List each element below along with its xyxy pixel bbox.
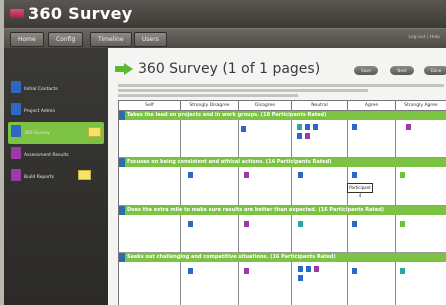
column-header-agree: Agree [348, 101, 396, 111]
card-purple-icon [11, 147, 21, 159]
group-number-badge [119, 253, 125, 262]
participant-card[interactable] [399, 171, 406, 179]
app-title: 360 Survey [28, 4, 133, 23]
participant-card[interactable] [304, 132, 311, 140]
participant-card[interactable] [240, 125, 247, 133]
question-group-3[interactable]: Does the extra mile to make sure results… [119, 206, 446, 215]
save-button[interactable]: Save [354, 66, 378, 75]
card-blue-icon [11, 125, 21, 137]
participant-card[interactable] [297, 220, 304, 228]
participant-card[interactable] [351, 123, 358, 131]
question-group-1[interactable]: Takes the lead on projects and in work g… [119, 111, 446, 120]
participant-card[interactable] [399, 267, 406, 275]
question-group-4[interactable]: Seeks out challenging and competitive si… [119, 253, 446, 262]
participant-tooltip: Participant 4 [347, 183, 373, 198]
instructions-text-line [118, 84, 444, 87]
participant-card[interactable] [399, 220, 406, 228]
participant-card[interactable] [243, 267, 250, 275]
card-blue-icon [11, 103, 21, 115]
instructions-text-line [118, 89, 368, 92]
done-button[interactable]: Done [424, 66, 446, 75]
participant-card[interactable] [187, 220, 194, 228]
rating-grid: Self Strongly Disagree Disagree Neutral … [118, 100, 446, 305]
column-header-self: Self [119, 101, 181, 111]
participant-card[interactable] [297, 265, 304, 273]
sticky-note-icon [78, 170, 91, 180]
card-blue-icon [11, 81, 21, 93]
group-number-badge [119, 111, 125, 120]
page-title: 360 Survey (1 of 1 pages) [138, 61, 321, 77]
column-header-neutral: Neutral [292, 101, 348, 111]
menu-timeline-button[interactable]: Timeline [90, 32, 132, 47]
sidebar-item-label: 360 Survey [24, 131, 50, 136]
participant-card[interactable] [405, 123, 412, 131]
participant-card[interactable] [351, 220, 358, 228]
question-group-2[interactable]: Focuses on being consistent and ethical … [119, 158, 446, 167]
participant-card[interactable] [351, 267, 358, 275]
arrow-right-icon [115, 63, 133, 75]
question-label: Takes the lead on projects and in work g… [127, 112, 327, 118]
menu-users-button[interactable]: Users [134, 32, 167, 47]
menu-home-button[interactable]: Home [10, 32, 44, 47]
sidebar-item-360-survey[interactable]: 360 Survey [8, 122, 104, 144]
participant-card[interactable] [187, 171, 194, 179]
group-number-badge [119, 206, 125, 215]
sidebar-item-build-reports[interactable]: Build Reports [8, 166, 104, 188]
participant-card[interactable] [243, 220, 250, 228]
participant-card[interactable] [304, 123, 311, 131]
question-label: Seeks out challenging and competitive si… [127, 254, 336, 260]
instructions-text-line [118, 94, 298, 97]
sidebar-item-initial-contacts[interactable]: Initial Contacts [8, 78, 104, 100]
group-number-badge [119, 158, 125, 167]
menu-bar: Home Config Timeline Users Log out | Hel… [4, 28, 446, 49]
survey-window: 360 Survey Home Config Timeline Users Lo… [4, 0, 446, 305]
sidebar-item-project-admin[interactable]: Project Admin [8, 100, 104, 122]
column-header-strongly-agree: Strongly Agree [396, 101, 446, 111]
sidebar-item-label: Project Admin [24, 109, 56, 114]
participant-card[interactable] [296, 123, 303, 131]
participant-card[interactable] [296, 132, 303, 140]
sidebar-item-label: Build Reports [24, 175, 54, 180]
sidebar-item-label: Assessment Results [24, 153, 69, 158]
title-bar: 360 Survey [4, 0, 446, 28]
sidebar-item-label: Initial Contacts [24, 87, 58, 92]
participant-card[interactable] [313, 265, 320, 273]
main-panel: 360 Survey (1 of 1 pages) Save Next Done… [108, 48, 446, 305]
card-purple-icon [11, 169, 21, 181]
save-button-label: Save [361, 68, 371, 73]
sidebar-item-assessment-results[interactable]: Assessment Results [8, 144, 104, 166]
participant-card[interactable] [312, 123, 319, 131]
question-label: Does the extra mile to make sure results… [127, 207, 385, 213]
next-button-label: Next [397, 68, 407, 73]
sticky-note-icon [88, 127, 101, 137]
sidebar: Initial Contacts Project Admin 360 Surve… [4, 48, 108, 305]
done-button-label: Done [430, 68, 442, 73]
column-header-strongly-disagree: Strongly Disagree [181, 101, 239, 111]
participant-card[interactable] [297, 274, 304, 282]
menu-right-links[interactable]: Log out | Help [409, 35, 440, 40]
participant-card[interactable] [187, 267, 194, 275]
participant-card[interactable] [351, 171, 358, 179]
question-label: Focuses on being consistent and ethical … [127, 159, 332, 165]
app-logo-icon [10, 9, 24, 18]
participant-card[interactable] [297, 171, 304, 179]
participant-card[interactable] [305, 265, 312, 273]
menu-config-button[interactable]: Config [48, 32, 84, 47]
participant-card[interactable] [243, 171, 250, 179]
column-header-disagree: Disagree [239, 101, 292, 111]
next-button[interactable]: Next [390, 66, 414, 75]
